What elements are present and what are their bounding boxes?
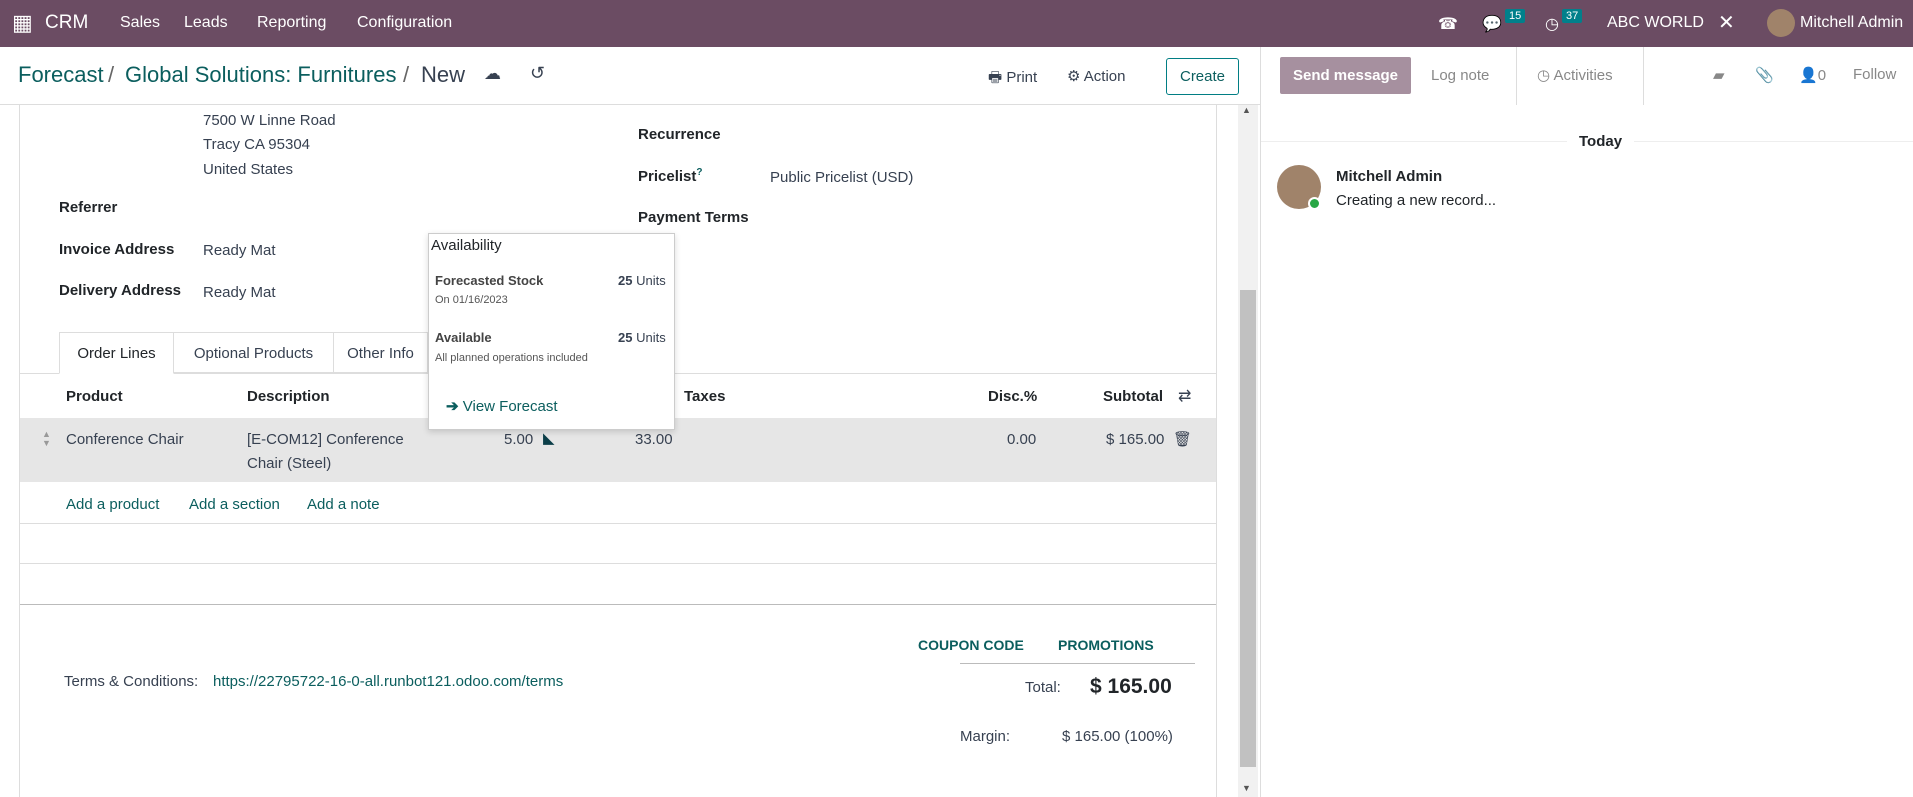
cell-product[interactable]: Conference Chair [66, 431, 184, 448]
paperclip-icon[interactable]: 📎 [1755, 66, 1774, 84]
tab-optional-products[interactable]: Optional Products [174, 332, 334, 373]
scrollbar[interactable]: ▲ ▼ [1238, 105, 1258, 797]
column-settings-icon[interactable]: ⇄ [1178, 386, 1191, 406]
app-menu-icon[interactable]: ▦ [12, 10, 33, 36]
cell-unit-price[interactable]: 33.00 [635, 431, 673, 448]
invoice-address-label: Invoice Address [59, 241, 175, 258]
top-navbar: ▦ CRM Sales Leads Reporting Configuratio… [0, 0, 1913, 47]
forecasted-stock-value: 25 Units [618, 273, 666, 288]
recurrence-label: Recurrence [638, 126, 721, 143]
col-taxes[interactable]: Taxes [684, 388, 725, 405]
control-panel: Forecast / Global Solutions: Furnitures … [0, 47, 1260, 105]
promotions-button[interactable]: PROMOTIONS [1058, 637, 1154, 653]
tools-icon[interactable]: ✕ [1718, 10, 1735, 35]
total-label: Total: [1025, 679, 1061, 696]
coupon-code-button[interactable]: COUPON CODE [918, 637, 1024, 653]
cell-quantity[interactable]: 5.00 [504, 431, 533, 448]
message-body: Creating a new record... [1336, 192, 1497, 209]
scrollbar-thumb[interactable] [1240, 290, 1256, 767]
address-line: Tracy CA 95304 [203, 136, 310, 153]
company-switcher[interactable]: ABC WORLD [1607, 14, 1704, 32]
terms-label: Terms & Conditions: [64, 673, 199, 690]
follow-button[interactable]: Follow [1853, 66, 1896, 83]
delivery-address-label: Delivery Address [59, 282, 182, 299]
menu-leads[interactable]: Leads [184, 14, 228, 32]
trash-icon[interactable]: 🗑 [1173, 430, 1192, 448]
delivery-address-field[interactable]: Ready Mat [203, 284, 276, 301]
chatter: Send message Log note ◷ Activities ▰ 📎 👤… [1260, 47, 1913, 797]
avatar[interactable] [1767, 9, 1795, 37]
menu-reporting[interactable]: Reporting [257, 14, 326, 32]
menu-sales[interactable]: Sales [120, 14, 160, 32]
available-label: Available [435, 330, 492, 345]
add-section-link[interactable]: Add a section [189, 496, 280, 513]
cell-subtotal: $ 165.00 [1106, 431, 1165, 448]
send-message-button[interactable]: Send message [1280, 57, 1411, 94]
create-button[interactable]: Create [1166, 58, 1239, 95]
col-product[interactable]: Product [66, 388, 123, 405]
margin-value: $ 165.00 (100%) [1062, 728, 1173, 745]
breadcrumb-forecast[interactable]: Forecast [18, 62, 104, 88]
user-menu[interactable]: Mitchell Admin [1800, 14, 1903, 32]
activities-badge: 37 [1562, 9, 1583, 23]
followers-button[interactable]: 👤0 [1799, 66, 1826, 84]
address-line: United States [203, 161, 294, 178]
address-line: 7500 W Linne Road [203, 112, 336, 129]
breadcrumb-current: New [421, 62, 466, 87]
pricelist-label: Pricelist? [638, 167, 703, 185]
date-separator: Today [1567, 133, 1635, 150]
chat-icon[interactable]: 💬 [1482, 14, 1502, 34]
clock-icon[interactable]: ◷ [1545, 14, 1559, 34]
print-button[interactable]: 🖶 Print [988, 67, 1037, 92]
book-icon[interactable]: ▰ [1713, 66, 1725, 84]
forecast-date: On 01/16/2023 [435, 294, 508, 306]
menu-configuration[interactable]: Configuration [357, 14, 452, 32]
help-icon[interactable]: ? [696, 167, 702, 178]
tab-order-lines[interactable]: Order Lines [59, 332, 174, 374]
forecasted-stock-label: Forecasted Stock [435, 273, 544, 288]
pricelist-field[interactable]: Public Pricelist (USD) [770, 169, 913, 186]
app-name[interactable]: CRM [45, 12, 88, 34]
discard-icon[interactable]: ↺ [530, 63, 545, 84]
forecast-chart-icon[interactable]: ◣ [543, 429, 555, 447]
col-subtotal[interactable]: Subtotal [1103, 388, 1163, 405]
cell-discount[interactable]: 0.00 [1007, 431, 1036, 448]
log-note-button[interactable]: Log note [1431, 67, 1489, 84]
margin-label: Margin: [960, 728, 1011, 745]
message-author: Mitchell Admin [1336, 168, 1443, 185]
activities-button[interactable]: ◷ Activities [1537, 66, 1613, 84]
popover-title: Availability [431, 237, 502, 254]
cell-description[interactable]: [E-COM12] Conference [247, 431, 404, 448]
available-value: 25 Units [618, 330, 666, 345]
tab-other-info[interactable]: Other Info [334, 332, 428, 373]
view-forecast-button[interactable]: ➔ View Forecast [446, 397, 558, 415]
drag-handle-icon[interactable]: ▲ ▼ [42, 430, 51, 448]
save-cloud-icon[interactable]: ☁ [484, 64, 501, 84]
breadcrumb-opportunity[interactable]: Global Solutions: Furnitures [125, 62, 396, 88]
terms-link[interactable]: https://22795722-16-0-all.runbot121.odoo… [213, 673, 563, 690]
online-status-icon [1308, 197, 1321, 210]
add-note-link[interactable]: Add a note [307, 496, 380, 513]
available-note: All planned operations included [435, 352, 588, 364]
action-button[interactable]: ⚙ Action [1067, 67, 1126, 85]
phone-icon[interactable]: ☎ [1438, 14, 1458, 34]
col-description[interactable]: Description [247, 388, 330, 405]
messages-badge: 15 [1505, 9, 1526, 23]
availability-popover: Availability Forecasted Stock 25 Units O… [428, 233, 675, 430]
total-amount: $ 165.00 [1090, 675, 1172, 698]
payment-terms-label: Payment Terms [638, 209, 749, 226]
invoice-address-field[interactable]: Ready Mat [203, 242, 276, 259]
referrer-label: Referrer [59, 199, 118, 216]
add-product-link[interactable]: Add a product [66, 496, 159, 513]
col-disc[interactable]: Disc.% [988, 388, 1037, 405]
